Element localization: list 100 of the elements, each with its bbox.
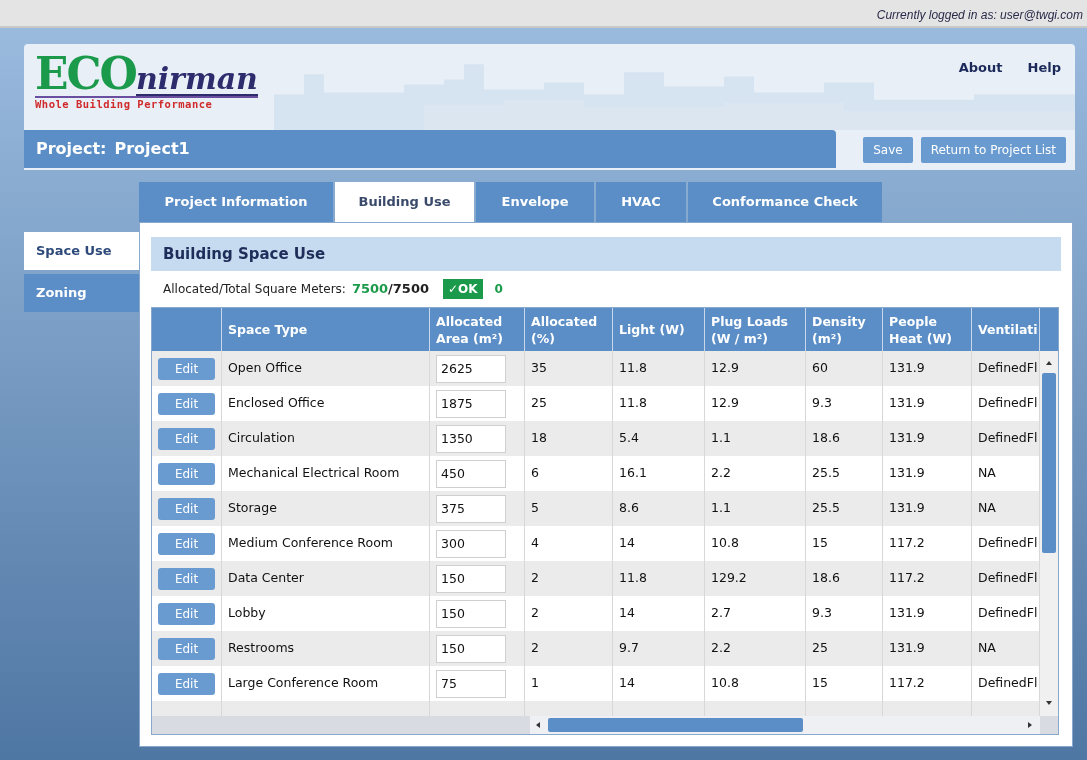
- table-cell: 131.9: [889, 499, 925, 518]
- tab[interactable]: Project Information: [139, 182, 333, 222]
- area-input[interactable]: 375: [436, 494, 506, 523]
- edit-button[interactable]: Edit: [158, 392, 215, 415]
- table-cell: Enclosed Office: [228, 394, 325, 413]
- column-header: Space Type: [228, 321, 308, 338]
- save-button[interactable]: Save: [863, 137, 913, 163]
- table-cell: 1.1: [711, 429, 731, 448]
- side-tab[interactable]: Space Use: [24, 232, 139, 270]
- table-cell: DefinedFl: [978, 674, 1038, 693]
- table-cell: 35: [531, 359, 547, 378]
- column-header: Allocated Area (m²): [436, 312, 505, 347]
- edit-button[interactable]: Edit: [158, 637, 215, 660]
- table-cell: DefinedFl: [978, 394, 1038, 413]
- table-cell: Circulation: [228, 429, 295, 448]
- table-cell: 8.6: [619, 499, 639, 518]
- table-cell: 5.4: [619, 429, 639, 448]
- edit-button[interactable]: Edit: [158, 497, 215, 520]
- nav-link[interactable]: Help: [1027, 58, 1061, 78]
- table-cell: 16.1: [619, 464, 647, 483]
- table-cell: Storage: [228, 499, 277, 518]
- table-cell: DefinedFl: [978, 569, 1038, 588]
- area-input[interactable]: 150: [436, 564, 506, 593]
- nav-link[interactable]: About: [958, 58, 1003, 78]
- table-cell: 18: [531, 429, 547, 448]
- table-cell: 60: [812, 359, 828, 378]
- table-cell: 14: [619, 534, 635, 553]
- column-header: Plug Loads (W / m²): [711, 312, 790, 347]
- logo-tagline: Whole Building Performance: [35, 96, 258, 110]
- project-name: Project1: [114, 138, 190, 160]
- area-input[interactable]: 150: [436, 599, 506, 628]
- tab[interactable]: Conformance Check: [688, 182, 882, 222]
- table-cell: 131.9: [889, 604, 925, 623]
- status-badge: ✓OK: [443, 279, 483, 299]
- return-button[interactable]: Return to Project List: [920, 137, 1066, 163]
- table-cell: 2: [531, 569, 539, 588]
- column-header: Light (W): [619, 321, 685, 338]
- table-cell: DefinedFl: [978, 604, 1038, 623]
- table-cell: 10.8: [711, 674, 739, 693]
- table-cell: Lobby: [228, 604, 266, 623]
- table-cell: 2: [531, 604, 539, 623]
- edit-button[interactable]: Edit: [158, 462, 215, 485]
- table-cell: 18.6: [812, 569, 840, 588]
- table-cell: DefinedFl: [978, 429, 1038, 448]
- edit-button[interactable]: Edit: [158, 532, 215, 555]
- remaining-count: 0: [494, 281, 503, 298]
- area-input[interactable]: 2625: [436, 354, 506, 383]
- vertical-scrollbar[interactable]: [1040, 351, 1058, 716]
- table-cell: 9.3: [812, 394, 832, 413]
- area-input[interactable]: 450: [436, 459, 506, 488]
- summary-label: Allocated/Total Square Meters:: [163, 281, 346, 298]
- logo-mark: ECO: [35, 52, 136, 96]
- table-cell: 25: [812, 639, 828, 658]
- table-cell: 11.8: [619, 394, 647, 413]
- allocated-total: 7500/7500: [351, 280, 429, 299]
- column-header: Density (m²): [812, 312, 867, 347]
- edit-button[interactable]: Edit: [158, 672, 215, 695]
- table-cell: Restrooms: [228, 639, 295, 658]
- table-cell: Data Center: [228, 569, 304, 588]
- table-cell: 1.1: [711, 499, 731, 518]
- table-cell: 131.9: [889, 429, 925, 448]
- edit-button[interactable]: Edit: [158, 602, 215, 625]
- table-cell: 5: [531, 499, 539, 518]
- edit-button[interactable]: Edit: [158, 567, 215, 590]
- table-cell: Large Conference Room: [228, 674, 379, 693]
- table-cell: 2.2: [711, 464, 731, 483]
- table-cell: 14: [619, 604, 635, 623]
- area-input[interactable]: 1350: [436, 424, 506, 453]
- table-cell: Mechanical Electrical Room: [228, 464, 400, 483]
- table-cell: NA: [978, 639, 996, 658]
- edit-button[interactable]: Edit: [158, 427, 215, 450]
- table-cell: 129.2: [711, 569, 747, 588]
- column-header: Allocated (%): [531, 312, 599, 347]
- logo-text: nirman: [135, 64, 258, 96]
- column-header: People Heat (W): [889, 312, 953, 347]
- area-input[interactable]: 1875: [436, 389, 506, 418]
- table-cell: 4: [531, 534, 539, 553]
- tab[interactable]: Envelope: [476, 182, 594, 222]
- table-cell: 131.9: [889, 394, 925, 413]
- area-input[interactable]: 150: [436, 634, 506, 663]
- edit-button[interactable]: Edit: [158, 357, 215, 380]
- table-cell: 25.5: [812, 464, 840, 483]
- area-input[interactable]: 75: [436, 669, 506, 698]
- area-input[interactable]: 300: [436, 529, 506, 558]
- table-cell: Medium Conference Room: [228, 534, 393, 553]
- table-cell: 2: [531, 639, 539, 658]
- tab[interactable]: Building Use: [335, 182, 474, 222]
- table-cell: DefinedFl: [978, 534, 1038, 553]
- table-cell: 12.9: [711, 359, 739, 378]
- table-cell: 117.2: [889, 534, 925, 553]
- table-cell: 2.2: [711, 639, 731, 658]
- project-label: Project:: [36, 138, 107, 160]
- login-status: Currently logged in as: user@twgi.com: [876, 7, 1083, 24]
- side-tab[interactable]: Zoning: [24, 274, 139, 312]
- horizontal-scrollbar[interactable]: [530, 716, 1040, 734]
- table-cell: 2.7: [711, 604, 731, 623]
- table-cell: NA: [978, 464, 996, 483]
- tab[interactable]: HVAC: [596, 182, 686, 222]
- table-cell: 25: [531, 394, 547, 413]
- table-cell: 1: [531, 674, 539, 693]
